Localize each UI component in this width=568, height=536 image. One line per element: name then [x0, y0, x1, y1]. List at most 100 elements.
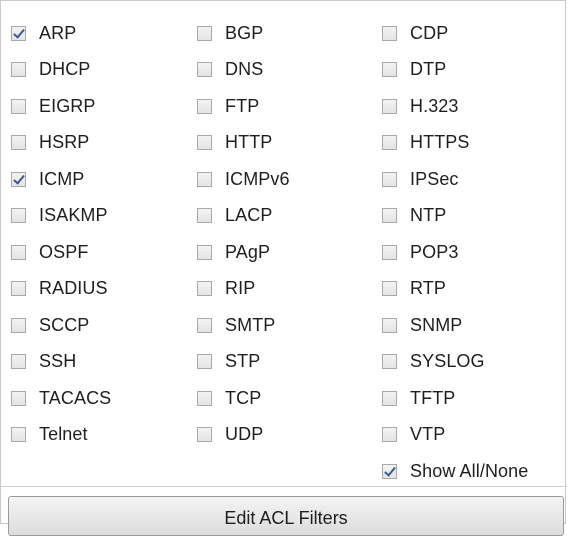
filter-telnet-checkbox[interactable] — [11, 427, 26, 443]
filter-radius[interactable]: RADIUS — [11, 271, 111, 308]
filter-dns-checkbox[interactable] — [197, 62, 212, 78]
filter-pagp-checkbox[interactable] — [197, 244, 212, 260]
filter-telnet[interactable]: Telnet — [11, 417, 111, 454]
filter-syslog-label: SYSLOG — [410, 351, 485, 372]
filter-icmpv6[interactable]: ICMPv6 — [197, 161, 290, 198]
filter-ntp-label: NTP — [410, 205, 447, 226]
filter-rtp-label: RTP — [410, 278, 446, 299]
filter-tcp-checkbox[interactable] — [197, 390, 212, 406]
filter-pagp-label: PAgP — [225, 241, 271, 262]
filter-sccp-checkbox[interactable] — [11, 317, 26, 333]
filter-vtp-checkbox[interactable] — [382, 427, 397, 443]
filter-ospf[interactable]: OSPF — [11, 234, 111, 271]
filter-vtp[interactable]: VTP — [382, 417, 528, 454]
filter-stp-label: STP — [225, 351, 261, 372]
filter-tftp-checkbox[interactable] — [382, 390, 397, 406]
filter-vtp-label: VTP — [410, 424, 446, 445]
filter-tcp[interactable]: TCP — [197, 380, 290, 417]
filter-show-all-none[interactable]: Show All/None — [382, 453, 528, 490]
filter-http[interactable]: HTTP — [197, 125, 290, 162]
filter-tcp-label: TCP — [225, 387, 262, 408]
filter-ipsec[interactable]: IPSec — [382, 161, 528, 198]
filter-hsrp[interactable]: HSRP — [11, 125, 111, 162]
filter-h-323[interactable]: H.323 — [382, 88, 528, 125]
divider — [1, 486, 567, 487]
filter-column-1: ARP DHCP EIGRP HSRP ICMP ISAKMP OSPF RADIUS SCCP… — [11, 15, 111, 453]
filter-hsrp-label: HSRP — [39, 132, 90, 153]
filter-udp-checkbox[interactable] — [197, 427, 212, 443]
filter-rip[interactable]: RIP — [197, 271, 290, 308]
filter-radius-checkbox[interactable] — [11, 281, 26, 297]
filter-icmp-label: ICMP — [39, 168, 85, 189]
filter-rtp-checkbox[interactable] — [382, 281, 397, 297]
filter-dhcp[interactable]: DHCP — [11, 52, 111, 89]
filter-rip-checkbox[interactable] — [197, 281, 212, 297]
filter-stp[interactable]: STP — [197, 344, 290, 381]
filter-arp-checkbox[interactable] — [11, 25, 26, 41]
filter-icmp[interactable]: ICMP — [11, 161, 111, 198]
filter-pop3[interactable]: POP3 — [382, 234, 528, 271]
filter-lacp-label: LACP — [225, 205, 273, 226]
filter-icmpv6-label: ICMPv6 — [225, 168, 290, 189]
filter-http-checkbox[interactable] — [197, 135, 212, 151]
filter-smtp-checkbox[interactable] — [197, 317, 212, 333]
filter-sccp[interactable]: SCCP — [11, 307, 111, 344]
filter-column-3: CDP DTP H.323 HTTPS IPSec NTP POP3 RTP SNMP SYSLO… — [382, 15, 528, 490]
event-list-filters-panel: ARP DHCP EIGRP HSRP ICMP ISAKMP OSPF RADIUS SCCP… — [0, 0, 567, 524]
filter-tacacs[interactable]: TACACS — [11, 380, 111, 417]
filter-icmp-checkbox[interactable] — [11, 171, 26, 187]
filter-ospf-checkbox[interactable] — [11, 244, 26, 260]
filter-cdp-checkbox[interactable] — [382, 25, 397, 41]
filter-dtp-checkbox[interactable] — [382, 62, 397, 78]
filter-stp-checkbox[interactable] — [197, 354, 212, 370]
filter-http-label: HTTP — [225, 132, 273, 153]
filter-pagp[interactable]: PAgP — [197, 234, 290, 271]
filter-eigrp[interactable]: EIGRP — [11, 88, 111, 125]
filter-ftp-checkbox[interactable] — [197, 98, 212, 114]
filter-ssh[interactable]: SSH — [11, 344, 111, 381]
filter-cdp[interactable]: CDP — [382, 15, 528, 52]
filter-snmp[interactable]: SNMP — [382, 307, 528, 344]
filter-dhcp-checkbox[interactable] — [11, 62, 26, 78]
filter-ipsec-checkbox[interactable] — [382, 171, 397, 187]
filter-h-323-label: H.323 — [410, 95, 459, 116]
filter-snmp-label: SNMP — [410, 314, 463, 335]
filter-dtp[interactable]: DTP — [382, 52, 528, 89]
filter-show-all-none-checkbox[interactable] — [382, 463, 397, 479]
filter-tftp-label: TFTP — [410, 387, 456, 408]
filter-https-checkbox[interactable] — [382, 135, 397, 151]
filter-ntp-checkbox[interactable] — [382, 208, 397, 224]
filter-icmpv6-checkbox[interactable] — [197, 171, 212, 187]
filter-sccp-label: SCCP — [39, 314, 90, 335]
filter-https[interactable]: HTTPS — [382, 125, 528, 162]
filter-snmp-checkbox[interactable] — [382, 317, 397, 333]
filter-tftp[interactable]: TFTP — [382, 380, 528, 417]
filter-arp[interactable]: ARP — [11, 15, 111, 52]
filter-tacacs-checkbox[interactable] — [11, 390, 26, 406]
edit-acl-filters-button[interactable]: Edit ACL Filters — [8, 496, 564, 536]
filter-pop3-checkbox[interactable] — [382, 244, 397, 260]
filter-radius-label: RADIUS — [39, 278, 108, 299]
filter-ntp[interactable]: NTP — [382, 198, 528, 235]
filter-ftp[interactable]: FTP — [197, 88, 290, 125]
filter-rtp[interactable]: RTP — [382, 271, 528, 308]
filter-udp[interactable]: UDP — [197, 417, 290, 454]
filter-lacp[interactable]: LACP — [197, 198, 290, 235]
filter-cdp-label: CDP — [410, 22, 449, 43]
filter-dtp-label: DTP — [410, 59, 447, 80]
filter-lacp-checkbox[interactable] — [197, 208, 212, 224]
filter-ssh-checkbox[interactable] — [11, 354, 26, 370]
filter-ipsec-label: IPSec — [410, 168, 459, 189]
filter-syslog[interactable]: SYSLOG — [382, 344, 528, 381]
filter-bgp-checkbox[interactable] — [197, 25, 212, 41]
filter-dns[interactable]: DNS — [197, 52, 290, 89]
filter-h-323-checkbox[interactable] — [382, 98, 397, 114]
filter-telnet-label: Telnet — [39, 424, 88, 445]
filter-isakmp[interactable]: ISAKMP — [11, 198, 111, 235]
filter-eigrp-checkbox[interactable] — [11, 98, 26, 114]
filter-syslog-checkbox[interactable] — [382, 354, 397, 370]
filter-isakmp-checkbox[interactable] — [11, 208, 26, 224]
filter-smtp[interactable]: SMTP — [197, 307, 290, 344]
filter-bgp[interactable]: BGP — [197, 15, 290, 52]
filter-hsrp-checkbox[interactable] — [11, 135, 26, 151]
